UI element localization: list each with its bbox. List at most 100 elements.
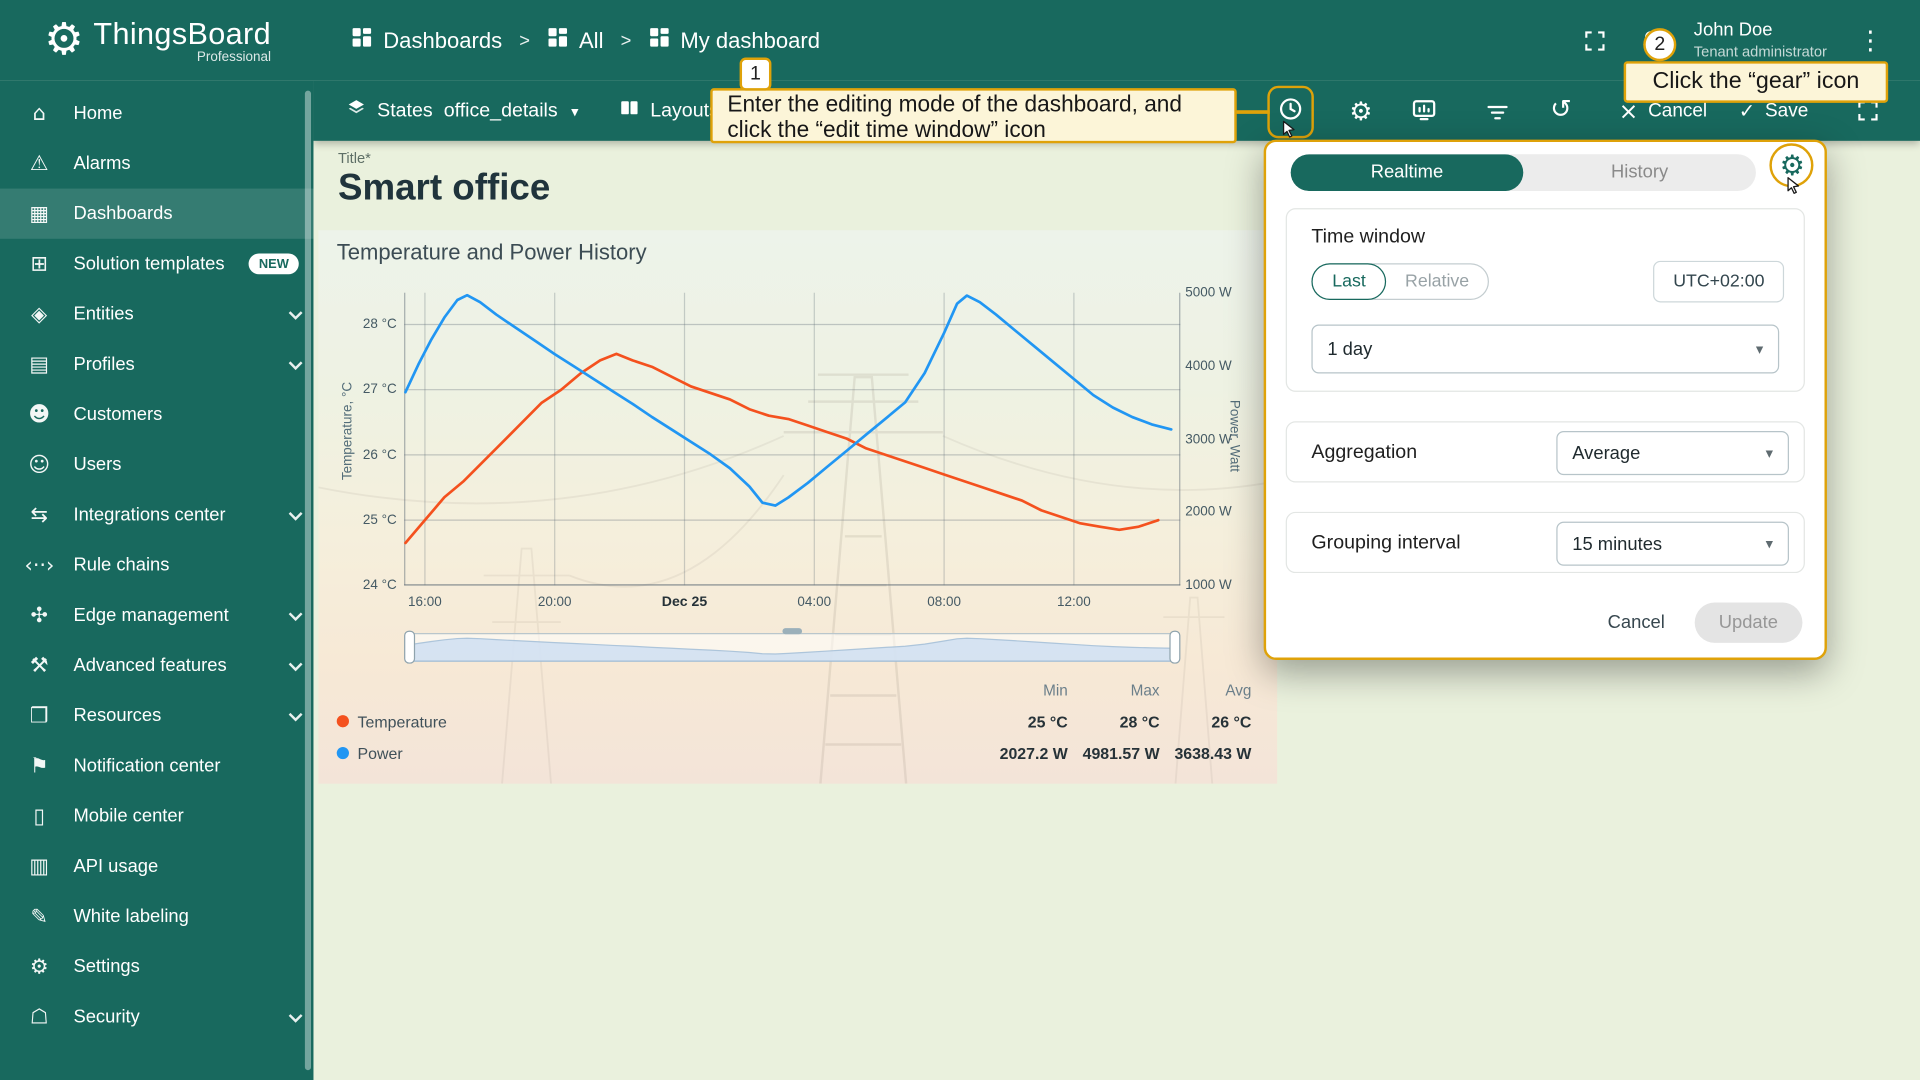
- sidebar-item-label: Profiles: [73, 353, 135, 375]
- user-menu[interactable]: John Doe Tenant administrator: [1694, 20, 1827, 61]
- timeseries-chart[interactable]: [404, 292, 1181, 587]
- sidebar-item-integrations-center[interactable]: ⇆ Integrations center: [0, 490, 313, 540]
- sidebar-item-security[interactable]: ☖ Security: [0, 992, 313, 1042]
- chevron-down-icon: [288, 656, 303, 671]
- aggregation-select[interactable]: Average ▾: [1556, 431, 1789, 476]
- white-labeling-icon: ✎: [30, 904, 48, 929]
- thingsboard-logo[interactable]: ⚙ ThingsBoard Professional: [0, 17, 313, 65]
- sidebar-item-notification-center[interactable]: ⚑ Notification center: [0, 741, 313, 791]
- chevron-down-icon: [288, 355, 303, 370]
- breadcrumb-label: Dashboards: [383, 27, 503, 53]
- axis-tick-label: 5000 W: [1185, 285, 1232, 301]
- layouts-icon: [620, 98, 640, 124]
- chevron-down-icon: [288, 707, 303, 721]
- sidebar-item-customers[interactable]: ☻ Customers: [0, 389, 313, 439]
- sidebar-item-solution-templates[interactable]: ⊞ Solution templates NEW: [0, 239, 313, 289]
- fullscreen-icon[interactable]: [1582, 28, 1608, 54]
- sidebar-item-white-labeling[interactable]: ✎ White labeling: [0, 891, 313, 941]
- settings-icon: ⚙: [29, 954, 49, 979]
- dashboards-icon: ▦: [29, 201, 50, 226]
- breadcrumb-item-dashboards[interactable]: Dashboards: [351, 27, 502, 54]
- cursor-icon: [1282, 120, 1295, 138]
- dashboard-grid-icon: [649, 27, 670, 54]
- save-label: Save: [1764, 99, 1809, 121]
- cursor-icon: [1787, 177, 1800, 194]
- sidebar-item-settings[interactable]: ⚙ Settings: [0, 942, 313, 992]
- legend-value: 4981.57 W: [1082, 744, 1160, 763]
- axis-tick-label: 28 °C: [362, 317, 397, 332]
- time-window-label: Time window: [1311, 226, 1426, 248]
- solution-templates-icon: ⊞: [30, 251, 48, 277]
- slider-grip[interactable]: [782, 628, 803, 635]
- temperature-legend-dot: [336, 715, 349, 728]
- axis-tick-label: 25 °C: [362, 512, 397, 528]
- legend-header: Avg: [1225, 682, 1252, 700]
- legend-header: Min: [1043, 682, 1068, 700]
- sidebar-item-label: Alarms: [73, 153, 131, 174]
- tab-realtime[interactable]: Realtime: [1290, 154, 1524, 192]
- legend-value: 2027.2 W: [999, 744, 1068, 763]
- popup-update-button[interactable]: Update: [1694, 602, 1803, 643]
- legend-value: 28 °C: [1119, 712, 1160, 732]
- more-menu-icon[interactable]: ⋮: [1858, 26, 1884, 55]
- sidebar-item-edge-management[interactable]: ✣ Edge management: [0, 590, 313, 640]
- timezone-button[interactable]: UTC+02:00: [1653, 260, 1785, 303]
- rule-chains-icon: ‹··›: [24, 552, 55, 578]
- slider-right-handle[interactable]: [1169, 630, 1181, 664]
- grouping-interval-select[interactable]: 15 minutes ▾: [1556, 521, 1789, 566]
- breadcrumb-item-all[interactable]: All: [547, 27, 603, 54]
- security-icon: ☖: [29, 1004, 49, 1030]
- sidebar-item-label: Mobile center: [73, 805, 184, 827]
- popup-cancel-button[interactable]: Cancel: [1608, 612, 1665, 633]
- sidebar-item-users[interactable]: ☺ Users: [0, 440, 313, 490]
- entity-aliases-icon[interactable]: [1411, 97, 1438, 124]
- sidebar: ⌂ Home ⚠ Alarms ▦ Dashboards ⊞ Solution templat…: [0, 80, 314, 1080]
- legend-value: 25 °C: [1027, 712, 1068, 732]
- dashboard-title-input[interactable]: Smart office: [338, 168, 550, 210]
- legend-series-name: Power: [357, 744, 403, 763]
- filters-icon[interactable]: [1484, 99, 1511, 126]
- sidebar-item-entities[interactable]: ◈ Entities: [0, 289, 313, 339]
- sidebar-item-advanced-features[interactable]: ⚒ Advanced features: [0, 640, 313, 690]
- sidebar-item-profiles[interactable]: ▤ Profiles: [0, 339, 313, 389]
- sidebar-item-label: Solution templates: [73, 253, 225, 275]
- tab-history[interactable]: History: [1523, 154, 1756, 191]
- sidebar-item-label: Settings: [73, 956, 140, 978]
- sidebar-item-mobile-center[interactable]: ▯ Mobile center: [0, 791, 313, 841]
- grouping-interval-group: Grouping interval 15 minutes ▾: [1285, 511, 1805, 574]
- mobile-icon: ▯: [33, 803, 45, 829]
- sidebar-item-home[interactable]: ⌂ Home: [0, 88, 313, 138]
- last-relative-toggle: Last Relative: [1311, 262, 1489, 301]
- toggle-relative[interactable]: Relative: [1387, 264, 1488, 298]
- sidebar-item-label: Resources: [73, 705, 162, 727]
- chevron-down-icon: [288, 305, 303, 320]
- sidebar-item-resources[interactable]: ❒ Resources: [0, 691, 313, 741]
- axis-tick-label: 08:00: [927, 595, 961, 610]
- sidebar-item-label: API usage: [73, 855, 159, 877]
- sidebar-item-alarms[interactable]: ⚠ Alarms: [0, 138, 313, 188]
- layouts-label: Layouts: [650, 99, 719, 121]
- layouts-button[interactable]: Layouts: [620, 81, 719, 141]
- sidebar-scrollbar[interactable]: [304, 90, 312, 1071]
- sidebar-item-api-usage[interactable]: ▥ API usage: [0, 841, 313, 891]
- api-icon: ▥: [29, 854, 50, 879]
- chart-widget[interactable]: Temperature and Power History Temperatur…: [318, 230, 1278, 784]
- users-icon: ☺: [28, 452, 51, 477]
- version-history-icon[interactable]: ↺: [1550, 94, 1572, 123]
- app-name: ThingsBoard: [93, 16, 272, 51]
- chevron-down-icon: [288, 506, 303, 521]
- notification-icon: ⚑: [29, 753, 49, 779]
- sidebar-item-rule-chains[interactable]: ‹··› Rule chains: [0, 540, 313, 590]
- chevron-down-icon: ▾: [1765, 444, 1774, 462]
- time-range-slider[interactable]: [404, 628, 1181, 664]
- grouping-interval-value: 15 minutes: [1572, 533, 1663, 555]
- states-select[interactable]: States office_details ▾: [347, 81, 579, 141]
- axis-tick-label: 20:00: [537, 595, 572, 610]
- slider-left-handle[interactable]: [404, 630, 416, 664]
- breadcrumb-item-my-dashboard[interactable]: My dashboard: [649, 27, 820, 54]
- interval-select[interactable]: 1 day ▾: [1311, 324, 1780, 374]
- integrations-icon: ⇆: [30, 502, 48, 528]
- toggle-last[interactable]: Last: [1311, 262, 1387, 300]
- dashboard-settings-gear-icon[interactable]: ⚙: [1349, 97, 1372, 126]
- sidebar-item-dashboards[interactable]: ▦ Dashboards: [0, 188, 314, 239]
